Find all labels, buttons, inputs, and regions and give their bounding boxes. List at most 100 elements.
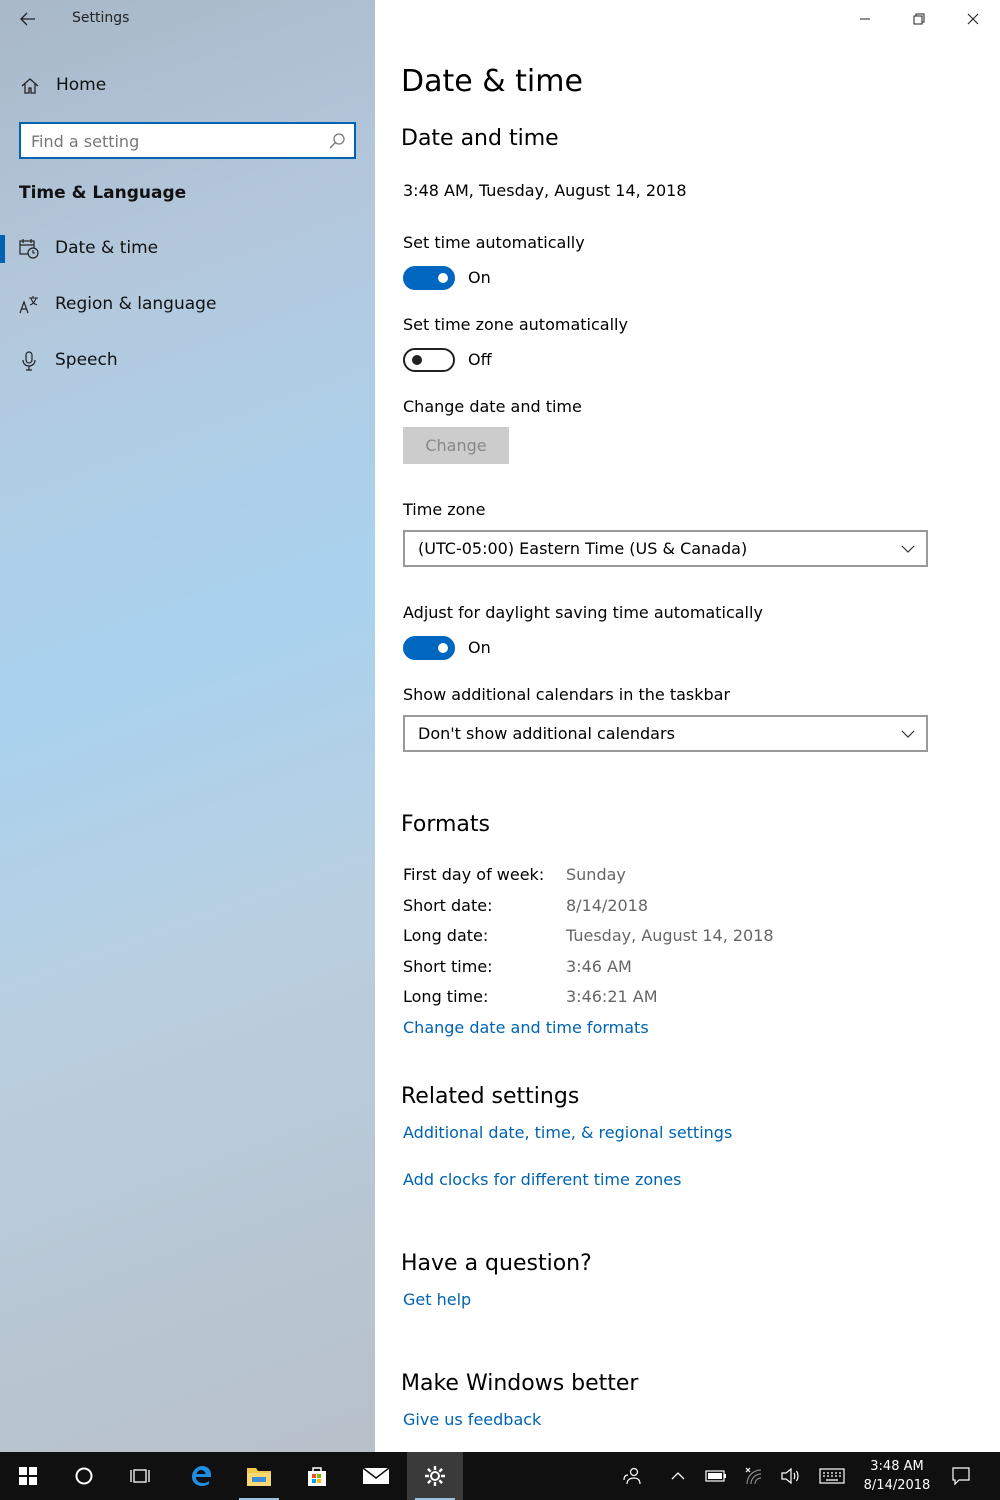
network-button[interactable]: [740, 1452, 768, 1500]
change-button[interactable]: Change: [403, 427, 509, 464]
cortana-icon: [75, 1467, 93, 1485]
home-icon: [21, 78, 39, 94]
main-content: Date & time Date and time 3:48 AM, Tuesd…: [375, 0, 1000, 1452]
chevron-down-icon: [901, 545, 915, 553]
format-value-short-time: 3:46 AM: [566, 957, 632, 976]
date-time-heading: Date and time: [401, 126, 559, 151]
restore-button[interactable]: [892, 0, 946, 38]
dst-state: On: [468, 638, 491, 657]
taskbar: 3:48 AM 8/14/2018: [0, 1452, 1000, 1500]
microphone-icon: [22, 351, 36, 371]
show-hidden-icons-button[interactable]: [666, 1452, 690, 1500]
format-label-short-time: Short time:: [403, 957, 493, 976]
format-value-long-date: Tuesday, August 14, 2018: [566, 926, 774, 945]
sidebar: Settings Home Time & Language Date & tim…: [0, 0, 375, 1452]
change-formats-link[interactable]: Change date and time formats: [403, 1018, 649, 1037]
settings-app-button[interactable]: [407, 1452, 463, 1500]
minimize-icon: [860, 18, 870, 20]
task-view-button[interactable]: [112, 1452, 168, 1500]
windows-start-icon: [19, 1467, 37, 1485]
sidebar-item-label: Region & language: [55, 294, 217, 314]
search-input[interactable]: [31, 130, 321, 152]
minimize-button[interactable]: [838, 0, 892, 38]
current-date-time: 3:48 AM, Tuesday, August 14, 2018: [403, 181, 687, 200]
set-time-auto-toggle[interactable]: [403, 266, 455, 290]
close-button[interactable]: [946, 0, 1000, 38]
mail-button[interactable]: [348, 1452, 404, 1500]
set-tz-auto-toggle[interactable]: [403, 348, 455, 372]
set-time-auto-label: Set time automatically: [403, 233, 585, 252]
mail-icon: [362, 1467, 390, 1484]
file-explorer-icon: [247, 1468, 271, 1486]
chevron-down-icon: [901, 730, 915, 738]
start-button[interactable]: [0, 1452, 56, 1500]
wifi-off-icon: [745, 1467, 762, 1485]
active-indicator: [0, 235, 5, 263]
restore-icon: [913, 13, 925, 25]
title-bar: Settings: [0, 0, 375, 38]
sidebar-item-speech[interactable]: Speech: [0, 337, 375, 385]
timezone-value: (UTC-05:00) Eastern Time (US & Canada): [418, 539, 748, 558]
set-tz-auto-label: Set time zone automatically: [403, 315, 628, 334]
regional-settings-link[interactable]: Additional date, time, & regional settin…: [403, 1123, 732, 1142]
settings-gear-icon: [425, 1466, 445, 1486]
calendar-clock-icon: [19, 239, 39, 259]
app-title: Settings: [72, 10, 130, 26]
give-feedback-link[interactable]: Give us feedback: [403, 1410, 541, 1429]
timezone-dropdown[interactable]: (UTC-05:00) Eastern Time (US & Canada): [403, 530, 928, 567]
language-icon: [19, 296, 38, 314]
format-label-long-date: Long date:: [403, 926, 489, 945]
format-label-long-time: Long time:: [403, 987, 489, 1006]
people-button[interactable]: [618, 1452, 646, 1500]
set-tz-auto-state: Off: [468, 350, 492, 369]
format-label-short-date: Short date:: [403, 896, 493, 915]
notification-icon: [952, 1467, 970, 1486]
get-help-link[interactable]: Get help: [403, 1290, 471, 1309]
action-center-button[interactable]: [946, 1452, 976, 1500]
format-label-first-day: First day of week:: [403, 865, 545, 884]
section-title: Time & Language: [19, 183, 187, 203]
page-title: Date & time: [401, 64, 583, 99]
search-icon[interactable]: [328, 132, 346, 150]
volume-button[interactable]: [776, 1452, 804, 1500]
dst-label: Adjust for daylight saving time automati…: [403, 603, 763, 622]
people-icon: [623, 1467, 641, 1485]
battery-button[interactable]: [702, 1452, 730, 1500]
change-date-time-label: Change date and time: [403, 397, 582, 416]
sidebar-item-date-time[interactable]: Date & time: [0, 225, 375, 273]
feedback-heading: Make Windows better: [401, 1371, 639, 1396]
dst-toggle[interactable]: [403, 636, 455, 660]
add-clocks-link[interactable]: Add clocks for different time zones: [403, 1170, 681, 1189]
store-icon: [308, 1467, 326, 1486]
calendars-dropdown[interactable]: Don't show additional calendars: [403, 715, 928, 752]
calendars-label: Show additional calendars in the taskbar: [403, 685, 731, 704]
edge-app-button[interactable]: [173, 1452, 229, 1500]
store-button[interactable]: [289, 1452, 345, 1500]
sidebar-item-label: Date & time: [55, 238, 159, 258]
timezone-label: Time zone: [403, 500, 486, 519]
home-label: Home: [56, 75, 107, 95]
cortana-button[interactable]: [56, 1452, 112, 1500]
volume-icon: [781, 1467, 799, 1485]
format-value-long-time: 3:46:21 AM: [566, 987, 658, 1006]
chevron-up-icon: [671, 1472, 685, 1480]
keyboard-icon: [819, 1468, 845, 1484]
search-box[interactable]: [19, 122, 356, 159]
home-nav-item[interactable]: Home: [0, 66, 375, 106]
format-value-first-day: Sunday: [566, 865, 626, 884]
sidebar-item-label: Speech: [55, 350, 118, 370]
format-value-short-date: 8/14/2018: [566, 896, 649, 915]
toggle-knob: [438, 643, 448, 653]
calendars-value: Don't show additional calendars: [418, 724, 675, 743]
sidebar-item-region-language[interactable]: Region & language: [0, 281, 375, 329]
clock-date: 8/14/2018: [863, 1478, 931, 1493]
formats-heading: Formats: [401, 812, 490, 837]
taskbar-clock[interactable]: 3:48 AM 8/14/2018: [852, 1457, 942, 1495]
set-time-auto-state: On: [468, 268, 491, 287]
task-view-icon: [130, 1469, 150, 1483]
back-button[interactable]: [14, 6, 42, 32]
toggle-knob: [438, 273, 448, 283]
close-icon: [967, 13, 979, 25]
file-explorer-button[interactable]: [231, 1452, 287, 1500]
touch-keyboard-button[interactable]: [814, 1452, 850, 1500]
